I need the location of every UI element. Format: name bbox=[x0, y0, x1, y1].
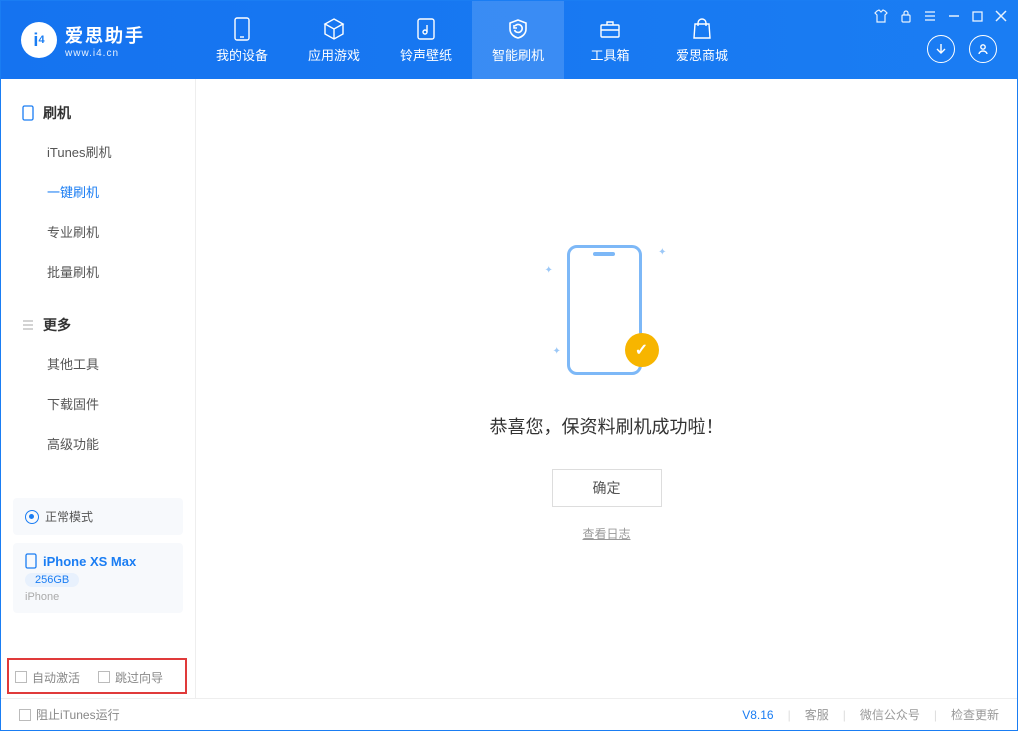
window-controls-top bbox=[874, 9, 1007, 23]
checkbox-icon bbox=[15, 671, 27, 683]
tshirt-icon[interactable] bbox=[874, 9, 888, 23]
sparkle-icon: ✦ bbox=[658, 247, 666, 258]
nav-toolbox[interactable]: 工具箱 bbox=[564, 1, 656, 79]
logo[interactable]: i4 爱思助手 www.i4.cn bbox=[1, 22, 196, 59]
cube-icon bbox=[322, 17, 346, 41]
sidebar-item-pro-flash[interactable]: 专业刷机 bbox=[47, 211, 195, 251]
device-icon bbox=[230, 17, 254, 41]
device-box[interactable]: iPhone XS Max 256GB iPhone bbox=[13, 543, 183, 613]
device-capacity: 256GB bbox=[25, 573, 79, 587]
checkbox-skip-guide[interactable]: 跳过向导 bbox=[98, 669, 163, 686]
sidebar-header-more[interactable]: 更多 bbox=[1, 307, 195, 343]
sparkle-icon: ✦ bbox=[545, 265, 553, 276]
list-icon bbox=[21, 318, 35, 332]
title-action-buttons bbox=[927, 35, 997, 63]
nav-label: 我的设备 bbox=[216, 45, 268, 64]
sidebar-item-other-tools[interactable]: 其他工具 bbox=[47, 343, 195, 383]
device-type: iPhone bbox=[25, 591, 171, 603]
device-name: iPhone XS Max bbox=[43, 554, 136, 569]
top-nav: 我的设备 应用游戏 铃声壁纸 智能刷机 工具箱 爱思商城 bbox=[196, 1, 748, 79]
sidebar-item-advanced[interactable]: 高级功能 bbox=[47, 423, 195, 463]
sidebar-item-oneclick-flash[interactable]: 一键刷机 bbox=[47, 171, 195, 211]
success-illustration: ✦ ✦ ✦ ✓ bbox=[547, 235, 667, 385]
app-subtitle: www.i4.cn bbox=[65, 48, 145, 59]
app-window: i4 爱思助手 www.i4.cn 我的设备 应用游戏 铃声壁纸 智能刷机 bbox=[0, 0, 1018, 731]
checkbox-icon bbox=[19, 709, 31, 721]
nav-my-device[interactable]: 我的设备 bbox=[196, 1, 288, 79]
nav-ringtones[interactable]: 铃声壁纸 bbox=[380, 1, 472, 79]
titlebar: i4 爱思助手 www.i4.cn 我的设备 应用游戏 铃声壁纸 智能刷机 bbox=[1, 1, 1017, 79]
logo-icon: i4 bbox=[21, 22, 57, 58]
status-bar: 阻止iTunes运行 V8.16 | 客服 | 微信公众号 | 检查更新 bbox=[1, 698, 1017, 730]
music-file-icon bbox=[414, 17, 438, 41]
bag-icon bbox=[690, 17, 714, 41]
nav-flash[interactable]: 智能刷机 bbox=[472, 1, 564, 79]
link-support[interactable]: 客服 bbox=[805, 706, 829, 723]
mode-box[interactable]: 正常模式 bbox=[13, 498, 183, 535]
sparkle-icon: ✦ bbox=[553, 346, 561, 357]
phone-icon bbox=[25, 553, 37, 569]
toolbox-icon bbox=[598, 17, 622, 41]
ok-button[interactable]: 确定 bbox=[552, 469, 662, 507]
success-message: 恭喜您，保资料刷机成功啦！ bbox=[490, 413, 724, 439]
checkbox-block-itunes[interactable]: 阻止iTunes运行 bbox=[19, 706, 120, 723]
check-badge-icon: ✓ bbox=[625, 333, 659, 367]
minimize-button[interactable] bbox=[948, 10, 960, 22]
user-button[interactable] bbox=[969, 35, 997, 63]
lock-icon[interactable] bbox=[900, 9, 912, 23]
maximize-button[interactable] bbox=[972, 11, 983, 22]
mode-dot-icon bbox=[25, 510, 39, 524]
nav-apps[interactable]: 应用游戏 bbox=[288, 1, 380, 79]
sidebar: 刷机 iTunes刷机 一键刷机 专业刷机 批量刷机 更多 其他工具 下载固件 … bbox=[1, 79, 196, 698]
sidebar-section-more: 更多 其他工具 下载固件 高级功能 bbox=[1, 291, 195, 463]
nav-label: 爱思商城 bbox=[676, 45, 728, 64]
checkbox-row: 自动激活 跳过向导 bbox=[1, 656, 195, 698]
link-update[interactable]: 检查更新 bbox=[951, 706, 999, 723]
app-title: 爱思助手 bbox=[65, 22, 145, 48]
nav-label: 铃声壁纸 bbox=[400, 45, 452, 64]
checkbox-icon bbox=[98, 671, 110, 683]
refresh-shield-icon bbox=[506, 17, 530, 41]
sidebar-section-flash: 刷机 iTunes刷机 一键刷机 专业刷机 批量刷机 bbox=[1, 79, 195, 291]
status-left: 阻止iTunes运行 bbox=[19, 706, 120, 723]
sidebar-header-flash[interactable]: 刷机 bbox=[1, 95, 195, 131]
view-log-link[interactable]: 查看日志 bbox=[582, 525, 630, 542]
menu-icon[interactable] bbox=[924, 10, 936, 22]
status-right: V8.16 | 客服 | 微信公众号 | 检查更新 bbox=[742, 706, 999, 723]
close-button[interactable] bbox=[995, 10, 1007, 22]
sidebar-bottom-panel: 正常模式 iPhone XS Max 256GB iPhone bbox=[13, 498, 183, 613]
download-button[interactable] bbox=[927, 35, 955, 63]
checkbox-auto-activate[interactable]: 自动激活 bbox=[15, 669, 80, 686]
phone-small-icon bbox=[21, 106, 35, 120]
main-panel: ✦ ✦ ✦ ✓ 恭喜您，保资料刷机成功啦！ 确定 查看日志 bbox=[196, 79, 1017, 698]
sidebar-item-batch-flash[interactable]: 批量刷机 bbox=[47, 251, 195, 291]
mode-label: 正常模式 bbox=[45, 508, 93, 525]
body: 刷机 iTunes刷机 一键刷机 专业刷机 批量刷机 更多 其他工具 下载固件 … bbox=[1, 79, 1017, 698]
nav-label: 应用游戏 bbox=[308, 45, 360, 64]
nav-label: 工具箱 bbox=[590, 45, 629, 64]
sidebar-item-download-firmware[interactable]: 下载固件 bbox=[47, 383, 195, 423]
link-wechat[interactable]: 微信公众号 bbox=[860, 706, 920, 723]
nav-label: 智能刷机 bbox=[492, 45, 544, 64]
nav-store[interactable]: 爱思商城 bbox=[656, 1, 748, 79]
version-label: V8.16 bbox=[742, 708, 773, 722]
sidebar-item-itunes-flash[interactable]: iTunes刷机 bbox=[47, 131, 195, 171]
